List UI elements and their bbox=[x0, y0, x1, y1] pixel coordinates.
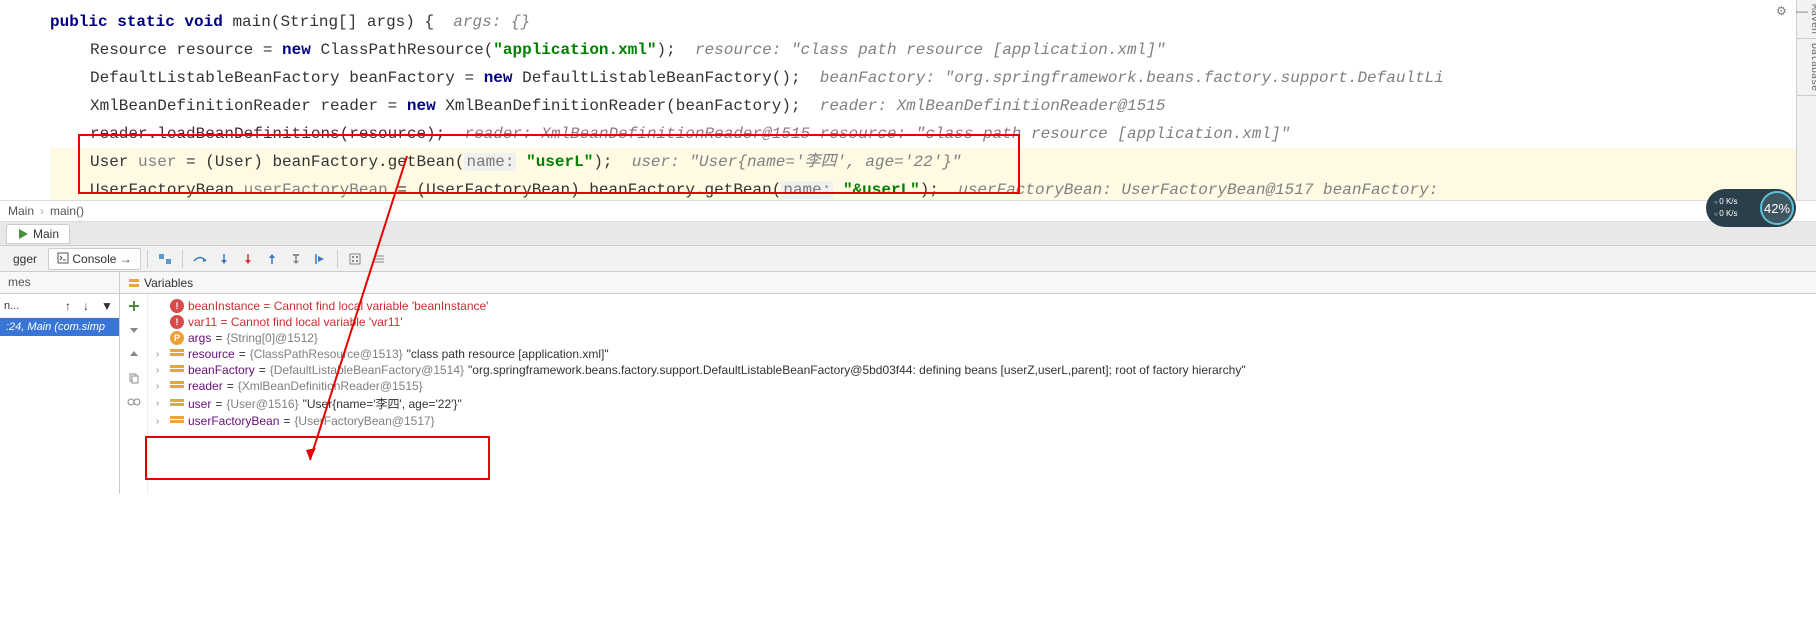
minimize-icon[interactable]: — bbox=[1796, 4, 1810, 18]
var-args[interactable]: Pargs = {String[0]@1512} bbox=[152, 330, 1812, 346]
layout-settings-icon[interactable]: ⚙ bbox=[1776, 4, 1790, 18]
prev-frame-icon[interactable]: ↑ bbox=[65, 299, 79, 313]
error-icon: ! bbox=[170, 299, 184, 313]
error-icon: ! bbox=[170, 315, 184, 329]
console-tab[interactable]: Console → bbox=[48, 248, 141, 270]
run-icon bbox=[17, 228, 29, 240]
field-icon bbox=[170, 365, 184, 375]
debug-toolbar: gger Console → ⚙ — bbox=[0, 246, 1816, 272]
add-watch-button[interactable] bbox=[126, 298, 142, 314]
collapse-icon[interactable] bbox=[126, 322, 142, 338]
console-icon bbox=[57, 252, 69, 264]
breadcrumb-item[interactable]: main() bbox=[50, 204, 84, 218]
chevron-right-icon[interactable]: › bbox=[156, 416, 166, 427]
expand-icon[interactable] bbox=[126, 346, 142, 362]
evaluate-button[interactable] bbox=[344, 248, 366, 270]
thread-selector[interactable]: n... bbox=[4, 300, 19, 312]
watches-icon[interactable] bbox=[126, 394, 142, 410]
code-line: reader.loadBeanDefinitions(resource); re… bbox=[50, 120, 1804, 148]
step-over-button[interactable] bbox=[189, 248, 211, 270]
frames-toolbar: n... ↑ ↓ ▼ bbox=[0, 294, 119, 318]
field-icon bbox=[170, 381, 184, 391]
chevron-right-icon: › bbox=[40, 204, 44, 218]
code-line: DefaultListableBeanFactory beanFactory =… bbox=[50, 64, 1804, 92]
debug-panel-headers: mes Variables bbox=[0, 272, 1816, 294]
code-editor[interactable]: public static void main(String[] args) {… bbox=[0, 0, 1816, 200]
force-step-into-button[interactable] bbox=[237, 248, 259, 270]
run-to-cursor-button[interactable] bbox=[309, 248, 331, 270]
var-user[interactable]: ›user = {User@1516} "User{name='李四', age… bbox=[152, 394, 1812, 413]
database-toolwindow-button[interactable]: Database bbox=[1797, 39, 1816, 96]
variables-panel[interactable]: !beanInstance = Cannot find local variab… bbox=[148, 294, 1816, 494]
field-icon bbox=[170, 349, 184, 359]
vars-icon bbox=[128, 277, 140, 289]
code-line: User user = (User) beanFactory.getBean(n… bbox=[50, 148, 1804, 176]
vars-gutter bbox=[120, 294, 148, 494]
param-icon: P bbox=[170, 331, 184, 345]
breadcrumb: Main › main() 0 K/s 0 K/s 42% bbox=[0, 200, 1816, 222]
field-icon bbox=[170, 416, 184, 426]
chevron-right-icon[interactable]: › bbox=[156, 398, 166, 409]
variables-header: Variables bbox=[120, 272, 1816, 293]
toolbar-right: ⚙ — bbox=[1776, 4, 1810, 18]
breadcrumb-item[interactable]: Main bbox=[8, 204, 34, 218]
rate-up: 0 K/s bbox=[1714, 197, 1738, 208]
var-beanfactory[interactable]: ›beanFactory = {DefaultListableBeanFacto… bbox=[152, 362, 1812, 378]
var-userfactorybean[interactable]: ›userFactoryBean = {UserFactoryBean@1517… bbox=[152, 413, 1812, 429]
debug-body: n... ↑ ↓ ▼ :24, Main (com.simp !beanInst… bbox=[0, 294, 1816, 494]
run-config-bar: Main bbox=[0, 222, 1816, 246]
frames-header: mes bbox=[0, 272, 120, 293]
drop-frame-button[interactable] bbox=[285, 248, 307, 270]
run-config-tab[interactable]: Main bbox=[6, 224, 70, 244]
chevron-right-icon[interactable]: › bbox=[156, 349, 166, 360]
rate-down: 0 K/s bbox=[1714, 209, 1738, 220]
code-line: Resource resource = new ClassPathResourc… bbox=[50, 36, 1804, 64]
debugger-tab[interactable]: gger bbox=[4, 248, 46, 270]
filter-icon[interactable]: ▼ bbox=[101, 299, 115, 313]
gauge-pct: 42% bbox=[1760, 191, 1794, 225]
code-line: XmlBeanDefinitionReader reader = new Xml… bbox=[50, 92, 1804, 120]
next-frame-icon[interactable]: ↓ bbox=[83, 299, 97, 313]
rerun-button[interactable] bbox=[154, 248, 176, 270]
network-gauge[interactable]: 0 K/s 0 K/s 42% bbox=[1706, 189, 1796, 227]
step-into-button[interactable] bbox=[213, 248, 235, 270]
chevron-right-icon[interactable]: › bbox=[156, 365, 166, 376]
code-line: public static void main(String[] args) {… bbox=[50, 8, 1804, 36]
right-tool-strip: Maven Database bbox=[1796, 0, 1816, 200]
field-icon bbox=[170, 399, 184, 409]
var-resource[interactable]: ›resource = {ClassPathResource@1513} "cl… bbox=[152, 346, 1812, 362]
copy-icon[interactable] bbox=[126, 370, 142, 386]
step-out-button[interactable] bbox=[261, 248, 283, 270]
var-reader[interactable]: ›reader = {XmlBeanDefinitionReader@1515} bbox=[152, 378, 1812, 394]
trace-button[interactable] bbox=[368, 248, 390, 270]
frames-panel[interactable]: n... ↑ ↓ ▼ :24, Main (com.simp bbox=[0, 294, 120, 494]
var-error[interactable]: !var11 = Cannot find local variable 'var… bbox=[152, 314, 1812, 330]
stack-frame[interactable]: :24, Main (com.simp bbox=[0, 318, 119, 336]
var-error[interactable]: !beanInstance = Cannot find local variab… bbox=[152, 298, 1812, 314]
chevron-right-icon[interactable]: › bbox=[156, 381, 166, 392]
